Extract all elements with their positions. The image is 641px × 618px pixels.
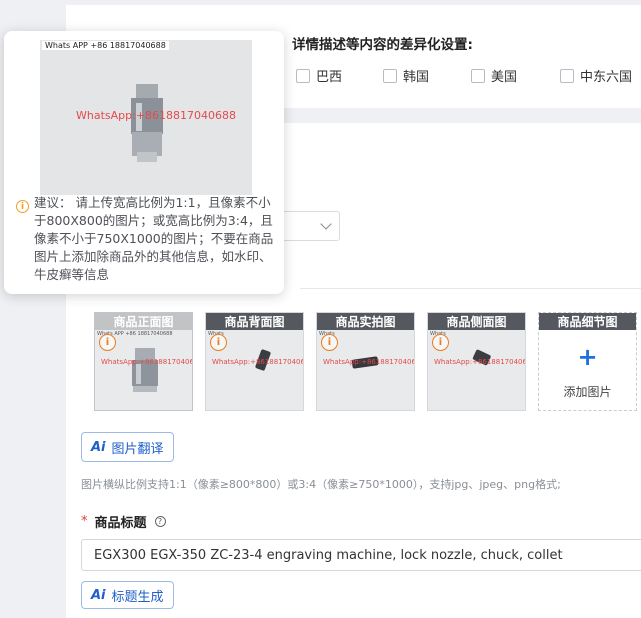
ai-icon: Ai: [91, 439, 106, 455]
product-title-label: * 商品标题 ?: [81, 512, 166, 531]
image-slot-label: 商品正面图: [95, 313, 192, 330]
product-image-list: 商品正面图 Whats APP +86 18817040688 i WhatsA…: [94, 312, 637, 411]
region-label: 美国: [491, 70, 518, 85]
image-slot-label: 商品背面图: [206, 313, 303, 330]
divider: [300, 288, 641, 289]
title-generate-button[interactable]: Ai 标题生成: [81, 581, 174, 609]
image-watermark: WhatsApp:+8618817040688: [323, 358, 415, 366]
add-image-label: 添加图片: [563, 385, 612, 399]
image-format-hint: 图片横纵比例支持1:1（像素≥800*800）或3:4（像素≥750*1000）…: [81, 478, 561, 491]
checkbox[interactable]: [383, 68, 397, 83]
image-guideline-tooltip: Whats APP +86 18817040688 WhatsApp:+8618…: [4, 31, 284, 294]
info-icon[interactable]: i: [432, 334, 449, 351]
region-option-korea[interactable]: 韩国: [383, 66, 429, 85]
button-label: 图片翻译: [111, 441, 164, 457]
region-option-brazil[interactable]: 巴西: [296, 66, 342, 85]
button-label: 标题生成: [111, 589, 164, 605]
image-slot-label: 商品侧面图: [428, 313, 525, 330]
region-label: 中东六国: [580, 70, 633, 85]
suggestion-text: 建议： 请上传宽高比例为1:1，且像素不小于800X800的图片；或宽高比例为3…: [34, 195, 274, 282]
info-icon: i: [16, 200, 29, 213]
info-icon[interactable]: i: [99, 334, 116, 351]
diff-settings-title: 详情描述等内容的差异化设置:: [292, 37, 473, 53]
image-slot-front[interactable]: 商品正面图 Whats APP +86 18817040688 i WhatsA…: [94, 312, 193, 411]
checkbox[interactable]: [471, 68, 485, 83]
label-text: 商品标题: [94, 516, 147, 531]
add-image-button[interactable]: 商品细节图 + 添加图片: [538, 312, 637, 411]
plus-icon: +: [577, 343, 598, 371]
image-slot-side[interactable]: 商品侧面图 Whats i WhatsApp:+8618817040688: [427, 312, 526, 411]
required-mark: *: [81, 514, 88, 529]
region-label: 韩国: [403, 70, 430, 85]
info-icon[interactable]: i: [321, 334, 338, 351]
region-option-usa[interactable]: 美国: [471, 66, 517, 85]
image-slot-real[interactable]: 商品实拍图 Whats i WhatsApp:+8618817040688: [316, 312, 415, 411]
preview-image: Whats APP +86 18817040688 WhatsApp:+8618…: [40, 40, 252, 195]
image-watermark: WhatsApp:+8618817040688: [212, 358, 304, 366]
info-icon[interactable]: i: [210, 334, 227, 351]
checkbox[interactable]: [296, 68, 310, 83]
preview-watermark: WhatsApp:+8618817040688: [76, 109, 237, 122]
checkbox[interactable]: [560, 68, 574, 83]
chevron-down-icon: [320, 218, 332, 230]
help-icon[interactable]: ?: [154, 516, 166, 527]
image-translate-button[interactable]: Ai 图片翻译: [81, 432, 174, 462]
region-option-middle-east[interactable]: 中东六国: [560, 66, 632, 85]
image-watermark: WhatsApp:+8618817040688: [101, 358, 193, 366]
region-label: 巴西: [316, 70, 343, 85]
image-slot-back[interactable]: 商品背面图 Whats i WhatsApp:+8618817040688: [205, 312, 304, 411]
product-title-input[interactable]: EGX300 EGX-350 ZC-23-4 engraving machine…: [81, 539, 641, 571]
image-slot-label: 商品细节图: [539, 313, 636, 330]
preview-watermark-top: Whats APP +86 18817040688: [42, 41, 169, 50]
image-slot-label: 商品实拍图: [317, 313, 414, 330]
ai-icon: Ai: [91, 587, 106, 603]
image-watermark: WhatsApp:+8618817040688: [434, 358, 526, 366]
